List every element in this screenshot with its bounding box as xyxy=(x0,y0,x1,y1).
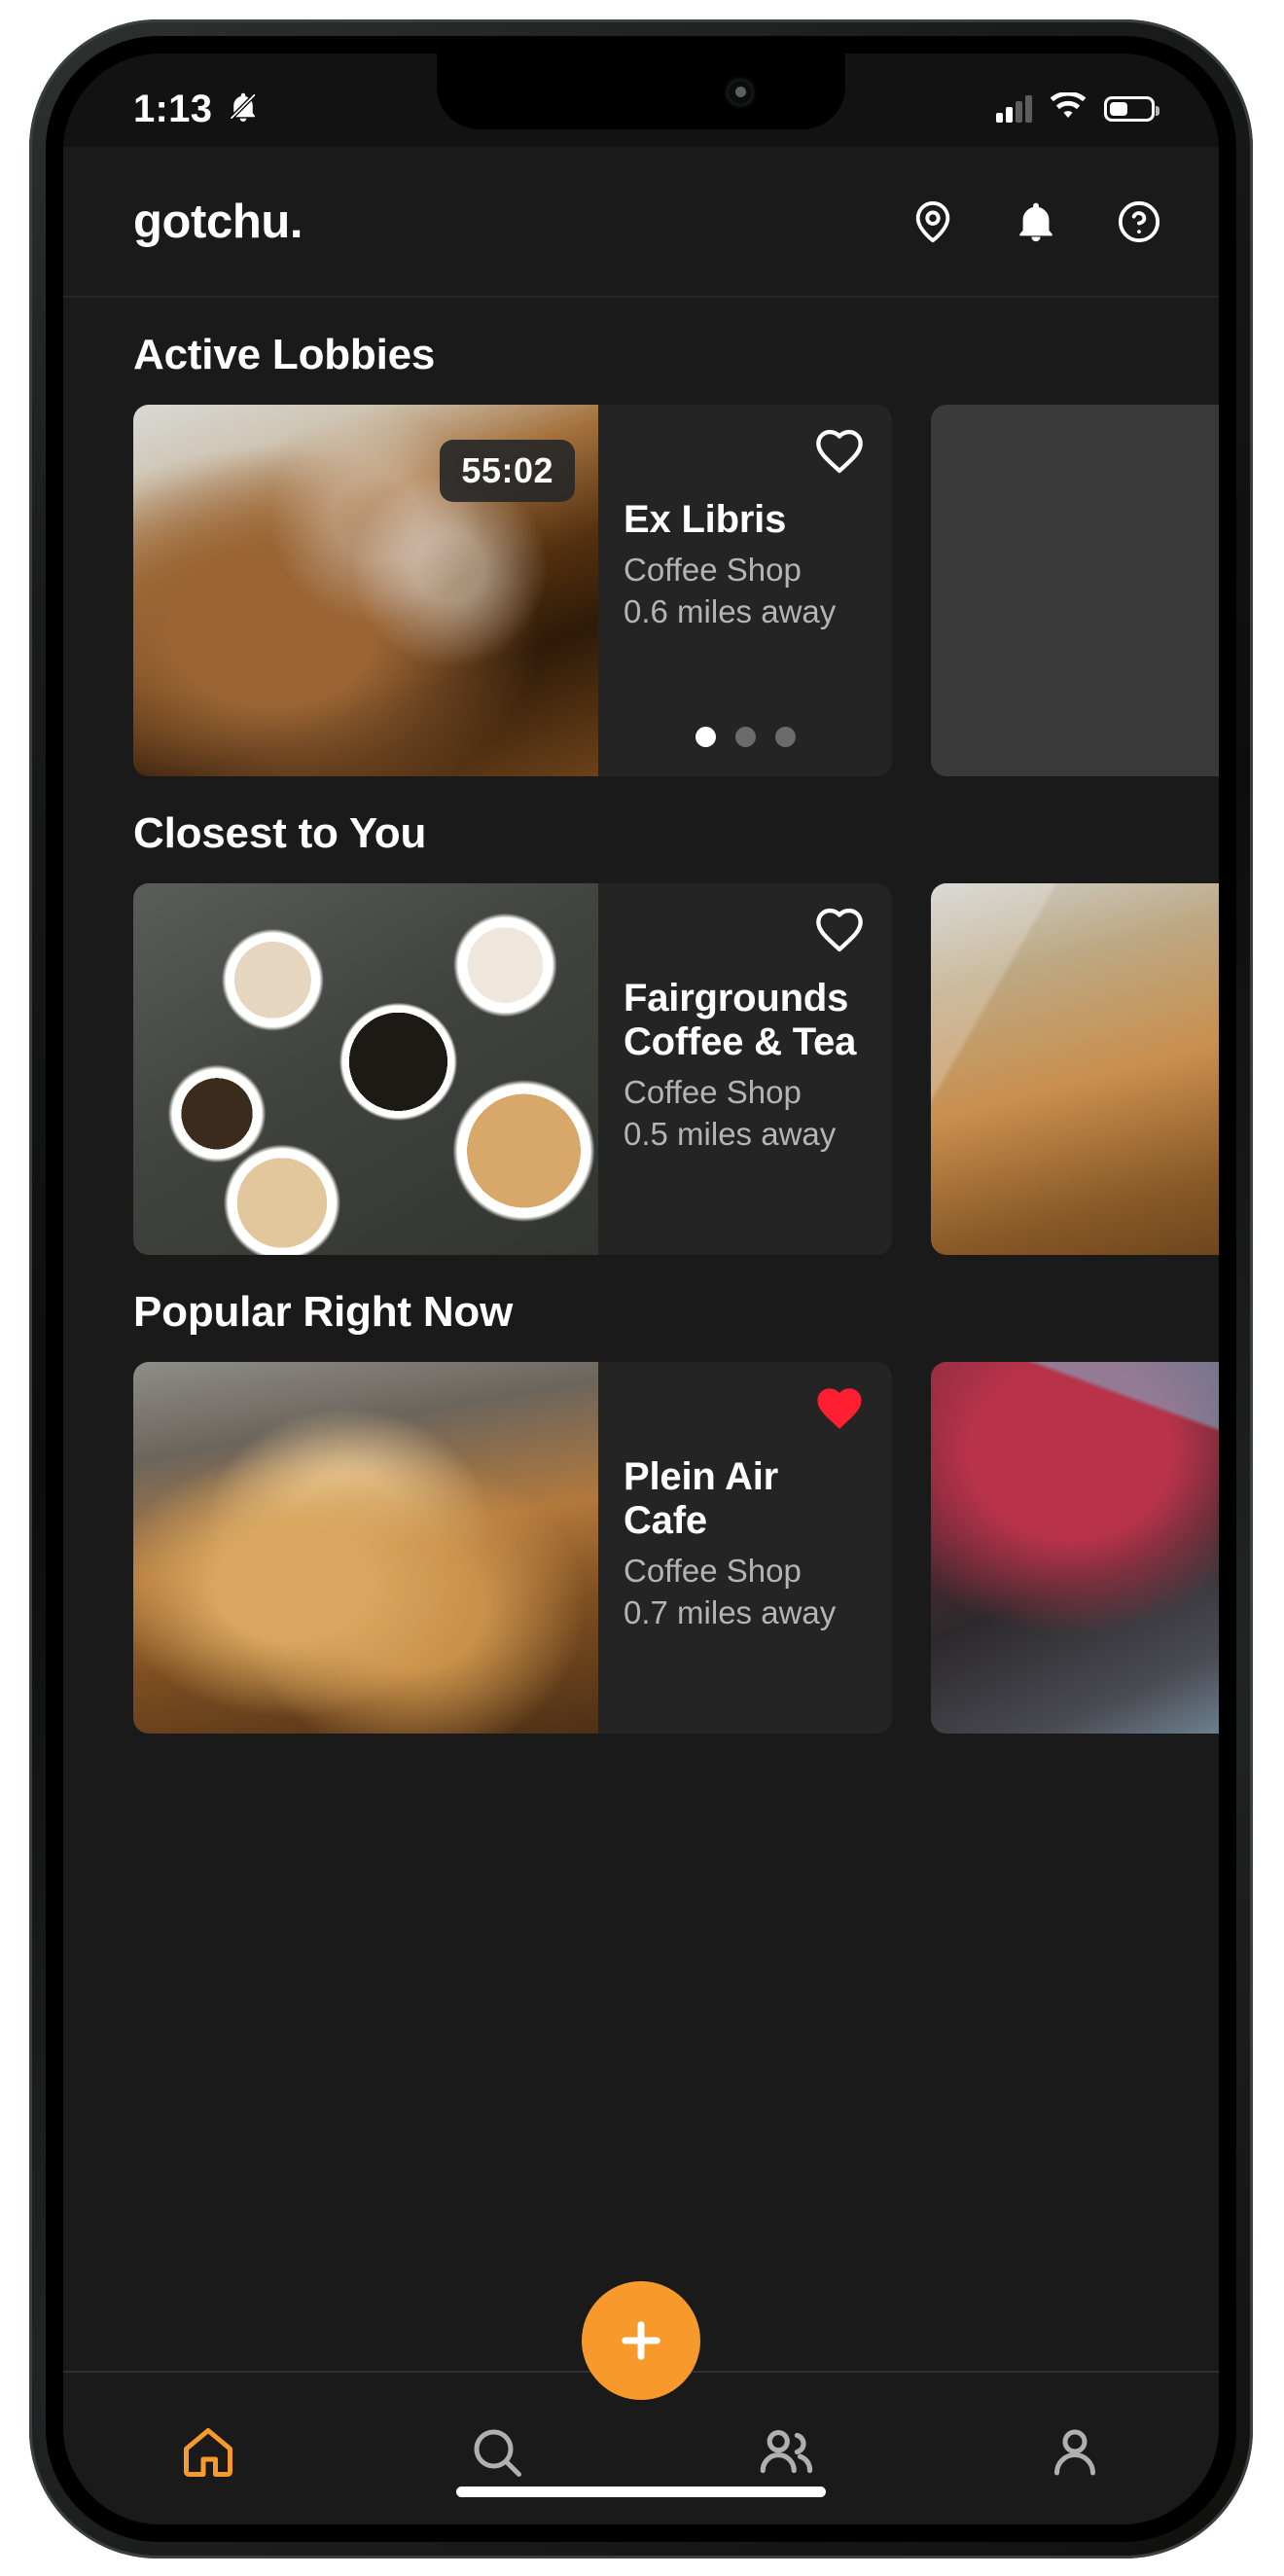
cellular-bars-icon xyxy=(996,95,1032,123)
person-icon xyxy=(1046,2423,1104,2487)
section-popular-right-now: Popular Right Now Plein Air Cafe Coffee … xyxy=(63,1288,1219,1734)
carousel-dot[interactable] xyxy=(695,727,716,747)
card-rail[interactable]: Plein Air Cafe Coffee Shop 0.7 miles awa… xyxy=(63,1362,1219,1734)
card-rail[interactable]: Fairgrounds Coffee & Tea Coffee Shop 0.5… xyxy=(63,883,1219,1255)
status-bar-left: 1:13 xyxy=(133,88,261,131)
card-body: Fairgrounds Coffee & Tea Coffee Shop 0.5… xyxy=(598,883,892,1255)
battery-icon xyxy=(1104,96,1159,122)
card-distance: 0.5 miles away xyxy=(624,1115,837,1152)
carousel-dot[interactable] xyxy=(774,727,796,747)
card-name: Fairgrounds Coffee & Tea xyxy=(624,977,857,1063)
battery-level xyxy=(1110,102,1128,116)
section-title: Active Lobbies xyxy=(133,331,436,378)
tab-home[interactable] xyxy=(63,2415,352,2493)
card-rail[interactable]: 55:02 Ex Libris Coffee Shop 0.6 miles aw… xyxy=(63,405,1219,776)
bell-icon[interactable] xyxy=(1013,198,1059,245)
home-icon xyxy=(179,2423,237,2487)
header-actions xyxy=(910,198,1162,245)
photo-laptop xyxy=(931,1362,1219,1734)
card-category: Coffee Shop xyxy=(624,1552,802,1589)
card-photo xyxy=(133,883,598,1255)
favorite-button[interactable] xyxy=(812,426,867,477)
phone-bezel: 1:13 gotchu. Active Lobbies 55:02 Ex Lib… xyxy=(46,36,1236,2542)
carousel-dot[interactable] xyxy=(734,727,756,747)
wifi-icon xyxy=(1049,90,1088,126)
main-content[interactable]: Active Lobbies 55:02 Ex Libris Coffee Sh… xyxy=(63,298,1219,2524)
front-camera-icon xyxy=(729,81,752,104)
card-name: Ex Libris xyxy=(624,498,787,541)
section-title: Popular Right Now xyxy=(133,1288,514,1336)
section-title: Closest to You xyxy=(133,809,427,857)
card-body: Ex Libris Coffee Shop 0.6 miles away xyxy=(598,405,892,776)
favorite-button-active[interactable] xyxy=(812,1383,867,1434)
status-time: 1:13 xyxy=(133,87,213,130)
photo-pastry xyxy=(133,1362,598,1734)
location-pin-icon[interactable] xyxy=(910,198,956,245)
card-photo xyxy=(931,883,1219,1255)
card-photo: 55:02 xyxy=(133,405,598,776)
card-category: Coffee Shop xyxy=(624,551,802,588)
favorite-button[interactable] xyxy=(812,905,867,955)
lobby-card-next[interactable] xyxy=(931,883,1219,1255)
photo-coffeecups xyxy=(133,883,598,1255)
timer-badge: 55:02 xyxy=(440,440,575,502)
lobby-card[interactable]: 55:02 Ex Libris Coffee Shop 0.6 miles aw… xyxy=(133,405,892,776)
lobby-card[interactable]: Fairgrounds Coffee & Tea Coffee Shop 0.5… xyxy=(133,883,892,1255)
help-circle-icon[interactable] xyxy=(1116,198,1162,245)
search-icon xyxy=(468,2423,526,2487)
card-photo xyxy=(133,1362,598,1734)
card-category: Coffee Shop xyxy=(624,1073,802,1110)
phone-frame: 1:13 gotchu. Active Lobbies 55:02 Ex Lib… xyxy=(29,19,1253,2558)
section-closest-to-you: Closest to You Fairgrounds Coffee & Tea … xyxy=(63,809,1219,1255)
app-title: gotchu. xyxy=(133,195,303,248)
tab-profile[interactable] xyxy=(930,2415,1219,2493)
people-icon xyxy=(756,2422,816,2487)
card-name: Plein Air Cafe xyxy=(624,1455,778,1542)
lobby-card[interactable]: Plein Air Cafe Coffee Shop 0.7 miles awa… xyxy=(133,1362,892,1734)
plus-icon xyxy=(622,2321,660,2360)
photo-woodchair xyxy=(931,883,1219,1255)
section-active-lobbies: Active Lobbies 55:02 Ex Libris Coffee Sh… xyxy=(63,331,1219,776)
tab-search[interactable] xyxy=(352,2415,641,2493)
bottom-bar xyxy=(63,2281,1219,2524)
home-indicator xyxy=(456,2487,826,2497)
notch xyxy=(437,54,845,129)
app-header: gotchu. xyxy=(63,147,1219,298)
lobby-card-next[interactable] xyxy=(931,1362,1219,1734)
card-distance: 0.6 miles away xyxy=(624,592,837,629)
lobby-card-next[interactable] xyxy=(931,405,1219,776)
status-bar-right xyxy=(996,90,1159,126)
card-photo xyxy=(931,1362,1219,1734)
tab-friends[interactable] xyxy=(641,2415,930,2493)
card-body: Plein Air Cafe Coffee Shop 0.7 miles awa… xyxy=(598,1362,892,1734)
carousel-dots[interactable] xyxy=(598,727,892,747)
add-lobby-button[interactable] xyxy=(582,2281,700,2400)
bell-slash-icon xyxy=(226,89,261,129)
phone-screen: 1:13 gotchu. Active Lobbies 55:02 Ex Lib… xyxy=(63,54,1219,2524)
card-distance: 0.7 miles away xyxy=(624,1593,837,1630)
photo-placeholder xyxy=(931,405,1219,776)
